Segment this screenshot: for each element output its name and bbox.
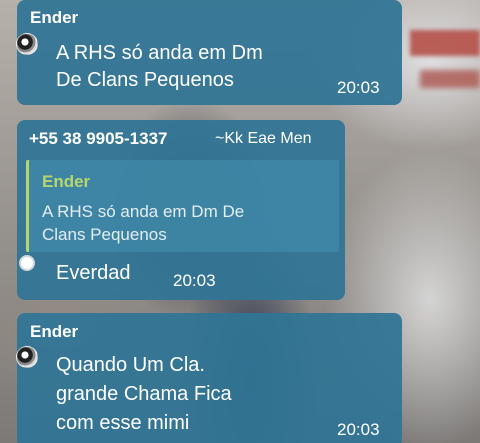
message-text-line: A RHS só anda em Dm	[56, 42, 263, 64]
message-text-line: Quando Um Cla.	[56, 354, 205, 376]
quoted-text-line: A RHS só anda em Dm De	[42, 202, 245, 221]
quoted-message[interactable]: Ender A RHS só anda em Dm De Clans Peque…	[26, 160, 339, 252]
message-text-line: com esse mimi	[56, 412, 190, 434]
sender-name[interactable]: Ender	[30, 322, 78, 342]
sender-avatar[interactable]	[16, 346, 38, 368]
sender-avatar[interactable]	[16, 33, 38, 55]
reply-indicator-icon	[19, 255, 35, 271]
message-text-line: De Clans Pequenos	[56, 69, 234, 91]
wallpaper-detail	[410, 30, 480, 56]
quoted-text-line: Clans Pequenos	[42, 225, 167, 244]
quoted-sender-name: Ender	[42, 172, 91, 191]
message-text: Everdad	[56, 262, 131, 284]
message-bubble[interactable]: Ender Quando Um Cla. grande Chama Fica c…	[17, 313, 402, 443]
sender-nickname: ~Kk Eae Men	[215, 130, 312, 147]
message-time: 20:03	[337, 78, 380, 97]
message-time: 20:03	[337, 420, 380, 439]
message-bubble[interactable]: +55 38 9905-1337 ~Kk Eae Men Ender A RHS…	[17, 120, 345, 300]
message-text-line: grande Chama Fica	[56, 383, 232, 405]
sender-name[interactable]: Ender	[30, 8, 78, 28]
message-time: 20:03	[173, 271, 216, 290]
wallpaper-detail	[420, 70, 480, 88]
message-bubble[interactable]: Ender A RHS só anda em Dm De Clans Peque…	[17, 0, 402, 105]
sender-phone[interactable]: +55 38 9905-1337	[29, 129, 168, 149]
